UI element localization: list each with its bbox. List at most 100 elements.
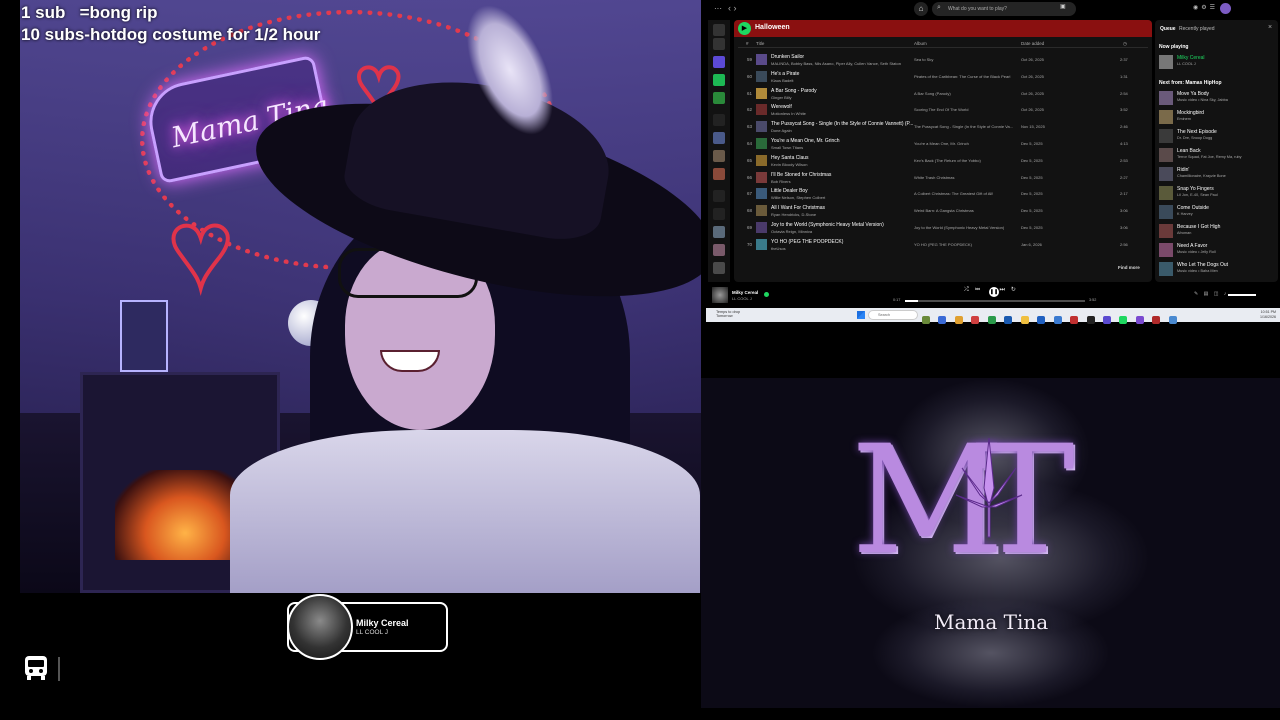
- track-row[interactable]: 67 Little Dealer Boy Willie Nelson, Stephe…: [734, 186, 1152, 202]
- sidebar-playlist[interactable]: [713, 150, 725, 162]
- track-artist[interactable]: Bob Rivers: [771, 179, 791, 184]
- track-artist[interactable]: MALINDA, Bobby Bass, Nils Asano, Piper A…: [771, 61, 901, 66]
- col-album[interactable]: Album: [914, 41, 927, 46]
- tab-recently-played[interactable]: Recently played: [1179, 26, 1215, 32]
- track-title[interactable]: Joy to the World (Symphonic Heavy Metal …: [771, 222, 884, 228]
- taskbar-app-icon[interactable]: [1102, 316, 1111, 324]
- notification-icons[interactable]: ◉⚙☰: [1193, 4, 1218, 11]
- track-album[interactable]: Joy to the World (Symphonic Heavy Metal …: [914, 225, 1019, 230]
- close-icon[interactable]: ×: [1268, 24, 1272, 31]
- track-title[interactable]: The Pussycat Song - Single (In the Style…: [771, 121, 913, 127]
- track-album[interactable]: Sea to Sky: [914, 57, 1019, 62]
- user-avatar[interactable]: [1220, 3, 1231, 14]
- play-button[interactable]: ▶: [738, 22, 751, 35]
- artist-icon[interactable]: [713, 208, 725, 220]
- track-row[interactable]: 69 Joy to the World (Symphonic Heavy Meta…: [734, 220, 1152, 236]
- track-artist[interactable]: Ryan Hendricks, D-Stone: [771, 212, 816, 217]
- track-title[interactable]: Little Dealer Boy: [771, 188, 808, 194]
- queue-item[interactable]: The Next Episode Dr. Dre, Snoop Dogg: [1159, 128, 1277, 145]
- player-album-art[interactable]: [712, 287, 728, 303]
- track-row[interactable]: 68 All I Want For Christmas Ryan Hendricks…: [734, 203, 1152, 219]
- queue-item[interactable]: Because I Got High Afroman: [1159, 223, 1277, 240]
- sidebar-playlist[interactable]: [713, 244, 725, 256]
- folder-icon[interactable]: [954, 316, 963, 324]
- weather-widget[interactable]: Temps to drop Tomorrow: [716, 310, 740, 318]
- track-album[interactable]: A Colbert Christmas: The Greatest Gift o…: [914, 191, 1019, 196]
- track-row[interactable]: 59 Drunken Sailor MALINDA, Bobby Bass, Nil…: [734, 52, 1152, 68]
- progress-bar[interactable]: [905, 300, 1085, 302]
- mail-icon[interactable]: [1053, 316, 1062, 324]
- taskbar-app-icon[interactable]: [1020, 316, 1029, 324]
- track-title[interactable]: He's a Pirate: [771, 71, 799, 77]
- track-row[interactable]: 60 He's a Pirate Klaus Badelt Pirates of th…: [734, 69, 1152, 85]
- home-icon[interactable]: ⌂: [914, 2, 928, 16]
- taskbar-app-icon[interactable]: [971, 316, 980, 324]
- repeat-icon[interactable]: ↻: [1011, 287, 1022, 293]
- library-icon[interactable]: [713, 24, 725, 36]
- sidebar-playlist[interactable]: [713, 92, 725, 104]
- track-artist[interactable]: Octavia Reign, Minniva: [771, 229, 812, 234]
- pause-button[interactable]: ❚❚: [989, 287, 999, 297]
- sidebar-playlist[interactable]: [713, 262, 725, 274]
- menu-icon[interactable]: ···: [714, 4, 722, 13]
- col-date[interactable]: Date added: [1021, 41, 1044, 46]
- sidebar-playlist[interactable]: [713, 168, 725, 180]
- system-tray-clock[interactable]: 10:51 PM 1/16/2026: [1216, 310, 1276, 319]
- prev-icon[interactable]: ⏮: [975, 287, 986, 293]
- track-artist[interactable]: Kevin Bloody Wilson: [771, 162, 807, 167]
- track-album[interactable]: Pirates of the Caribbean: The Curse of t…: [914, 74, 1019, 79]
- next-icon[interactable]: ⏭: [999, 287, 1010, 293]
- track-title[interactable]: You're a Mean One, Mr. Grinch: [771, 138, 840, 144]
- track-album[interactable]: The Pussycat Song - Single (In the Style…: [914, 124, 1019, 129]
- browse-icon[interactable]: ▣: [1060, 3, 1066, 10]
- queue-item[interactable]: Snap Yo Fingers Lil Jon, E-40, Sean Paul: [1159, 185, 1277, 202]
- track-title[interactable]: Hey Santa Claus: [771, 155, 809, 161]
- track-row[interactable]: 61 A Bar Song - Parody Ginger Billy A Bar S…: [734, 86, 1152, 102]
- tab-queue[interactable]: Queue: [1160, 26, 1176, 32]
- find-more-link[interactable]: Find more: [1118, 265, 1140, 270]
- queue-now-playing[interactable]: Milky Cereal LL COOL J: [1159, 54, 1277, 71]
- taskbar-app-icon[interactable]: [1168, 316, 1177, 324]
- search-input[interactable]: ⌕ What do you want to play?: [932, 2, 1076, 16]
- sidebar-playlist[interactable]: [713, 56, 725, 68]
- taskbar-search[interactable]: Search: [868, 310, 918, 320]
- track-artist[interactable]: Done Again: [771, 128, 792, 133]
- track-artist[interactable]: Ginger Billy: [771, 95, 791, 100]
- track-row[interactable]: 62 Werewolf Motionless In White Scoring The…: [734, 102, 1152, 118]
- store-icon[interactable]: [1037, 316, 1046, 324]
- saved-check-icon[interactable]: [764, 292, 769, 297]
- player-extra-icons[interactable]: ✎ ▤ ◫ ♪: [1194, 291, 1228, 297]
- queue-item[interactable]: Mockingbird Eminem: [1159, 109, 1277, 126]
- track-row[interactable]: 66 I'll Be Stoned for Christmas Bob Rivers…: [734, 170, 1152, 186]
- track-album[interactable]: White Trash Christmas: [914, 175, 1019, 180]
- spotify-icon[interactable]: [1119, 316, 1128, 324]
- track-artist[interactable]: Klaus Badelt: [771, 78, 793, 83]
- player-track-title[interactable]: Milky Cereal: [732, 290, 758, 295]
- track-title[interactable]: I'll Be Stoned for Christmas: [771, 172, 831, 178]
- queue-item[interactable]: Who Let The Dogs Out Music video • Baha M…: [1159, 261, 1277, 278]
- track-row[interactable]: 70 YO HO (PEG THE POOPDECK) theUsos YO HO (…: [734, 237, 1152, 253]
- sidebar-playlist[interactable]: [713, 132, 725, 144]
- queue-item[interactable]: Lean Back Terror Squad, Fat Joe, Remy Ma,…: [1159, 147, 1277, 164]
- taskbar-app-icon[interactable]: [1152, 316, 1161, 324]
- queue-item[interactable]: Need A Favor Music video • Jelly Roll: [1159, 242, 1277, 259]
- shuffle-icon[interactable]: ⤮: [964, 287, 975, 293]
- track-artist[interactable]: Motionless In White: [771, 111, 806, 116]
- track-title[interactable]: A Bar Song - Parody: [771, 88, 817, 94]
- track-album[interactable]: A Bar Song (Parody): [914, 91, 1019, 96]
- track-title[interactable]: Drunken Sailor: [771, 54, 804, 60]
- volume-slider[interactable]: [1228, 294, 1256, 296]
- track-row[interactable]: 63 The Pussycat Song - Single (In the Sty…: [734, 119, 1152, 135]
- track-title[interactable]: Werewolf: [771, 104, 792, 110]
- track-album[interactable]: Kev's Back (The Return of the Yobbo): [914, 158, 1019, 163]
- edge-icon[interactable]: [1004, 316, 1013, 324]
- track-title[interactable]: All I Want For Christmas: [771, 205, 825, 211]
- track-row[interactable]: 64 You're a Mean One, Mr. Grinch Small Tow…: [734, 136, 1152, 152]
- player-track-artist[interactable]: LL COOL J: [732, 296, 752, 301]
- queue-item[interactable]: Ridin' Chamillionaire, Krayzie Bone: [1159, 166, 1277, 183]
- track-artist[interactable]: Willie Nelson, Stephen Colbert: [771, 195, 825, 200]
- windows-start-icon[interactable]: [857, 311, 865, 319]
- taskbar-app-icon[interactable]: [922, 316, 930, 324]
- track-album[interactable]: Scoring The End Of The World: [914, 107, 1019, 112]
- track-artist[interactable]: Small Town Titans: [771, 145, 803, 150]
